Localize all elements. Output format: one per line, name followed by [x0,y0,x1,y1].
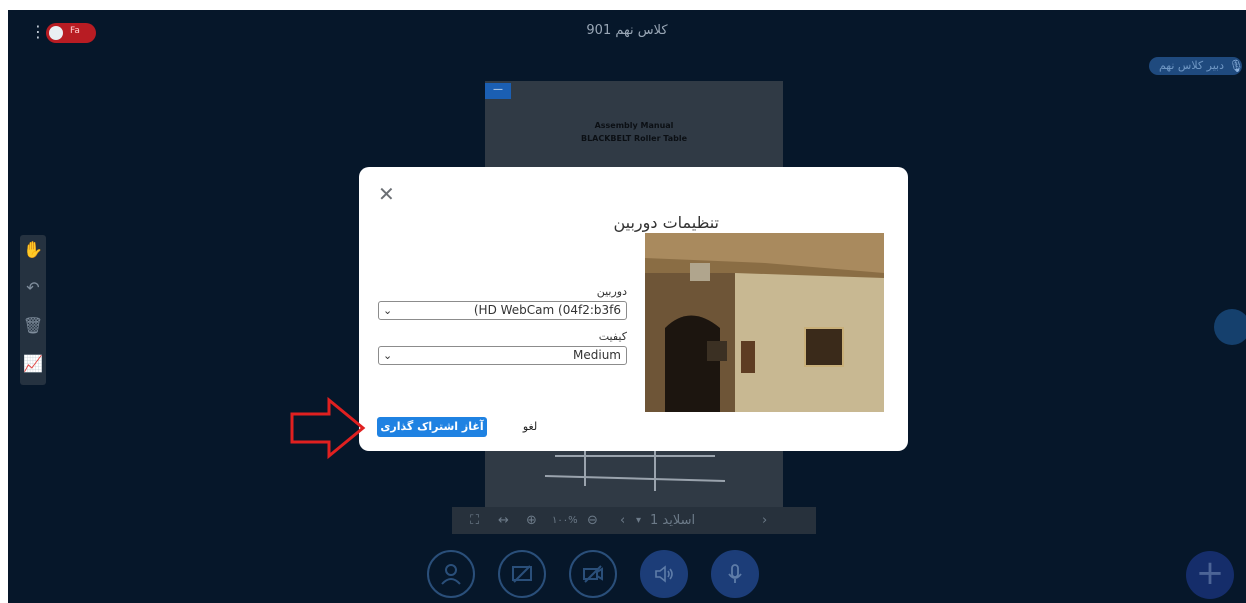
slide-select-chevron-icon[interactable]: ▾ [636,512,641,529]
camera-settings-modal: ✕ تنظیمات دوربین دوربین ⌄ (HD WebCam (04… [359,167,908,451]
add-action-button[interactable]: + [1186,551,1234,599]
previous-slide-icon[interactable]: ‹ [620,512,625,529]
annotation-arrow-icon [290,396,366,460]
fit-width-icon[interactable]: ↔ [498,512,509,529]
user-status-button[interactable] [427,550,475,598]
chart-icon[interactable]: 📈 [20,351,46,377]
fit-screen-icon[interactable]: ⛶ [470,512,479,529]
audio-button[interactable] [640,550,688,598]
mic-icon: 🎙 [1228,59,1244,73]
slide-number[interactable]: اسلاید 1 [650,512,695,529]
screen-share-off-icon [512,565,532,583]
trash-icon[interactable]: 🗑 [20,313,46,339]
camera-preview [645,233,884,412]
user-icon [441,564,461,585]
slide-title: Assembly Manual BLACKBELT Roller Table [485,119,783,145]
quality-select-value: Medium [573,348,621,362]
camera-label: دوربین [596,285,627,298]
media-controls [8,550,1246,603]
quality-select[interactable]: ⌄ Medium [378,346,627,365]
expand-panel-button[interactable] [1214,309,1246,345]
screen-share-button[interactable] [498,550,546,598]
minimize-presentation-button[interactable]: — [485,83,511,99]
whiteboard-tools: ✋ ↶ 🗑 📈 [20,235,46,385]
slide-title-line2: BLACKBELT Roller Table [580,134,688,143]
next-slide-icon[interactable]: › [762,512,767,529]
microphone-icon [728,564,742,583]
quality-label: کیفیت [598,330,627,343]
slide-title-line1: Assembly Manual [594,121,674,130]
chevron-down-icon: ⌄ [383,349,393,362]
start-sharing-button[interactable]: آغاز اشتراک گذاری [377,417,487,437]
top-bar: ⋮ Fa کلاس نهم 901 [8,10,1246,55]
speaker-icon [655,565,673,583]
hand-tool-icon[interactable]: ✋ [20,237,46,263]
meeting-title: کلاس نهم 901 [586,23,668,38]
slide-toolbar: ⛶ ↔ ⊕ ۱۰۰% ⊖ ‹ ▾ اسلاید 1 › [452,507,816,534]
microphone-button[interactable] [711,550,759,598]
modal-title: تنظیمات دوربین [613,213,719,232]
zoom-level: ۱۰۰% [552,515,578,526]
zoom-out-icon[interactable]: ⊖ [587,512,598,529]
zoom-in-icon[interactable]: ⊕ [526,512,537,529]
close-icon[interactable]: ✕ [378,183,400,205]
camera-select-value: (HD WebCam (04f2:b3f6 [473,303,621,317]
cancel-button[interactable]: لغو [518,417,542,437]
camera-select[interactable]: ⌄ (HD WebCam (04f2:b3f6 [378,301,627,320]
chevron-down-icon: ⌄ [383,304,393,317]
camera-button[interactable] [569,550,617,598]
presenter-name: دبیر کلاس نهم [1158,59,1224,72]
camera-off-icon [583,565,603,583]
undo-icon[interactable]: ↶ [20,275,46,301]
presenter-badge: دبیر کلاس نهم 🎙 [1148,57,1244,75]
